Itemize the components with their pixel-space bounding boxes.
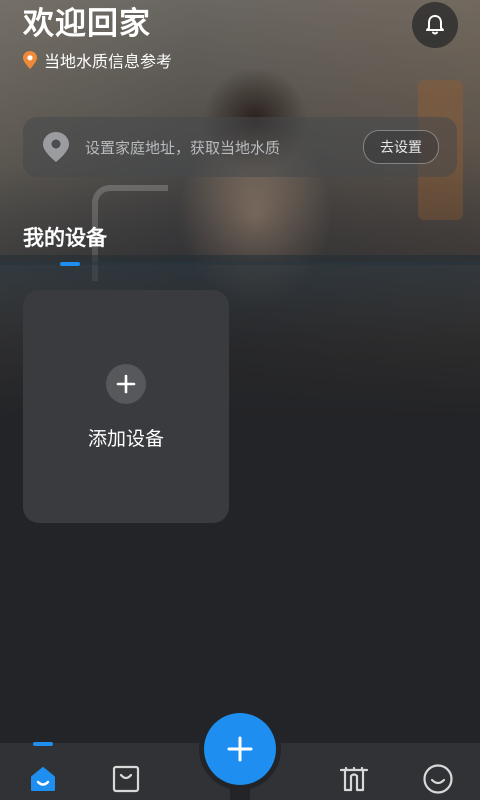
address-bar[interactable]: 设置家庭地址，获取当地水质 去设置 bbox=[23, 117, 457, 177]
add-device-label: 添加设备 bbox=[87, 428, 164, 450]
plus-icon bbox=[106, 364, 146, 404]
section-underline bbox=[60, 262, 80, 266]
home-icon bbox=[31, 767, 55, 791]
set-address-button[interactable]: 去设置 bbox=[363, 130, 439, 164]
location-icon bbox=[43, 132, 69, 162]
tab-profile[interactable] bbox=[421, 762, 455, 796]
my-devices-heading: 我的设备 bbox=[23, 226, 107, 250]
active-tab-indicator bbox=[33, 742, 53, 746]
tab-filter[interactable] bbox=[337, 762, 371, 796]
filter-icon bbox=[339, 766, 369, 792]
location-pin-icon bbox=[23, 51, 37, 69]
profile-smile-icon bbox=[423, 764, 453, 794]
add-fab-icon bbox=[227, 736, 253, 762]
add-fab-button[interactable] bbox=[204, 713, 276, 785]
bell-icon bbox=[426, 15, 444, 35]
shop-bag-icon bbox=[112, 765, 140, 793]
notification-button[interactable] bbox=[412, 2, 458, 48]
tab-shop[interactable] bbox=[109, 762, 143, 796]
water-quality-label: 当地水质信息参考 bbox=[44, 52, 173, 71]
address-placeholder: 设置家庭地址，获取当地水质 bbox=[85, 138, 281, 157]
water-quality-link[interactable]: 当地水质信息参考 bbox=[23, 48, 172, 72]
add-device-card[interactable]: 添加设备 bbox=[23, 290, 229, 523]
page-title: 欢迎回家 bbox=[23, 6, 151, 42]
tab-home[interactable] bbox=[26, 762, 60, 796]
